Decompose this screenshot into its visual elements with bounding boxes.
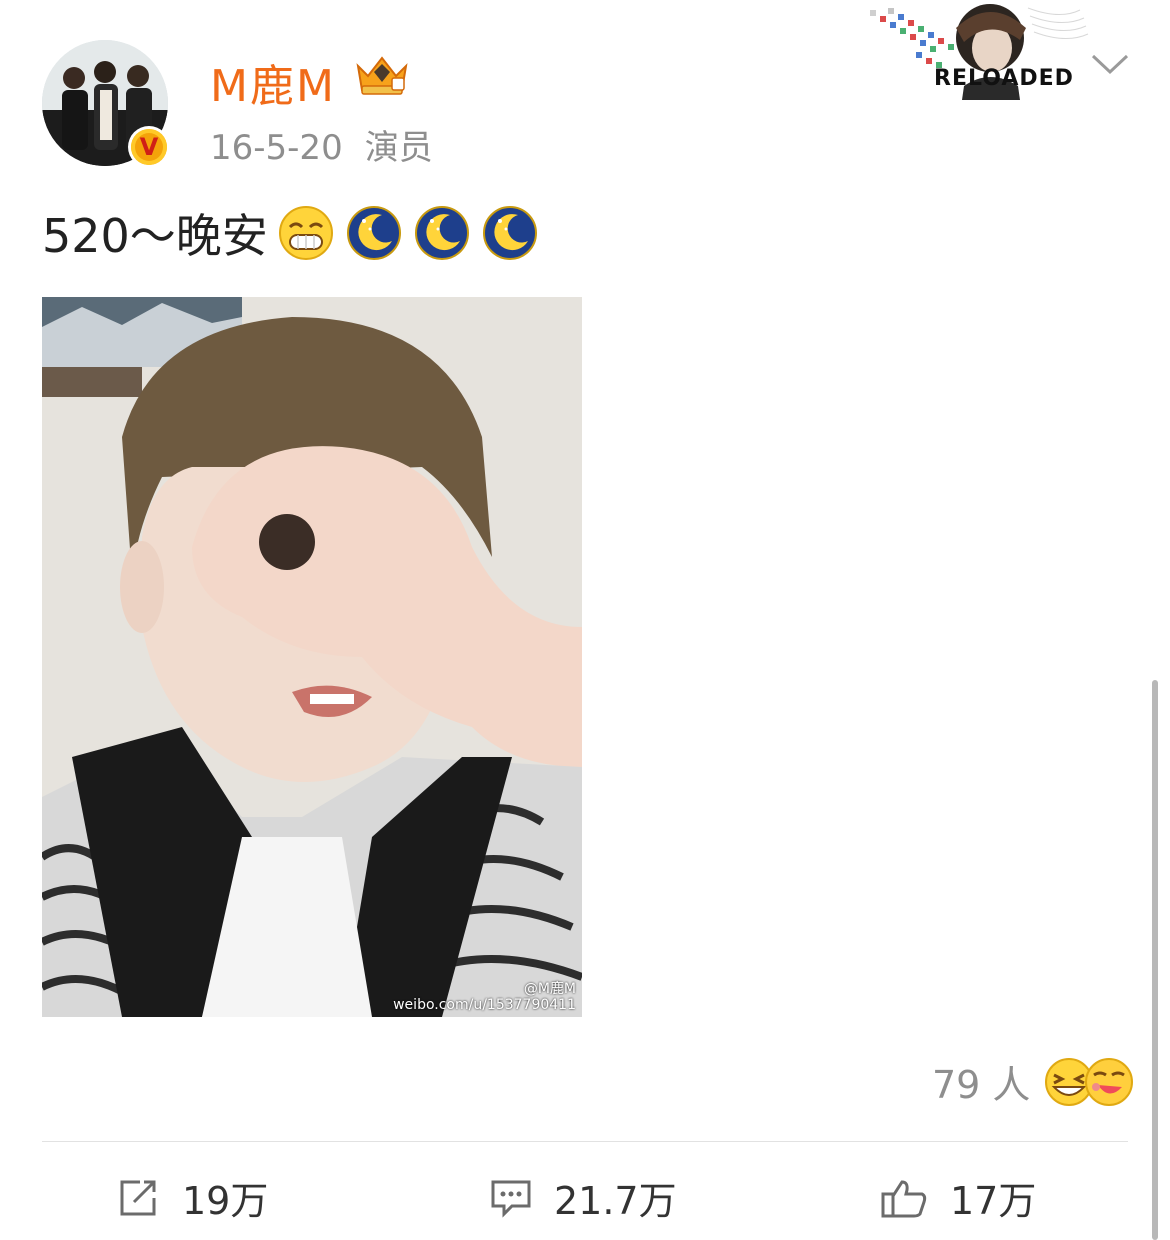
image-watermark: @M鹿M weibo.com/u/1537790411 <box>393 981 576 1013</box>
comment-count: 21.7万 <box>554 1179 677 1223</box>
like-button[interactable]: 17万 <box>880 1170 1036 1225</box>
moon-icon <box>414 206 469 260</box>
verified-badge-icon: V <box>128 126 170 168</box>
header-card-decoration: RELOADED <box>860 0 1090 100</box>
like-count: 17万 <box>950 1179 1037 1223</box>
comment-button[interactable]: 21.7万 <box>490 1170 677 1225</box>
scrollbar[interactable] <box>1152 680 1158 1240</box>
post-meta: 16-5-20 演员 <box>210 120 433 169</box>
post-text-content: 520～晚安 <box>42 209 268 263</box>
username[interactable]: M鹿M <box>210 50 336 114</box>
repost-button[interactable]: 19万 <box>118 1170 268 1225</box>
action-divider <box>42 1141 1128 1142</box>
comment-icon <box>491 1180 531 1218</box>
repost-icon <box>120 1180 156 1215</box>
reaction-faces <box>1044 1057 1136 1107</box>
chevron-down-icon[interactable] <box>1090 52 1130 78</box>
post-image[interactable]: @M鹿M weibo.com/u/1537790411 <box>42 297 582 1017</box>
kissing-face-icon <box>1085 1057 1134 1106</box>
header-card-label: RELOADED <box>934 66 1074 91</box>
post-emoji-row <box>278 205 550 261</box>
post-header: V M鹿M 16-5-20 演员 RELOADED <box>0 0 1170 180</box>
reaction-summary[interactable]: 79 人 <box>932 1054 1136 1109</box>
moon-icon <box>346 206 401 260</box>
post-date: 16-5-20 <box>210 128 343 168</box>
moon-icon <box>482 206 537 260</box>
vip-crown-icon <box>356 56 408 95</box>
reaction-count: 79 人 <box>932 1063 1031 1107</box>
thumbs-up-icon <box>881 1179 927 1217</box>
repost-count: 19万 <box>182 1179 269 1223</box>
post-source[interactable]: 演员 <box>365 128 433 168</box>
grinning-face-icon <box>278 206 333 260</box>
post-text: 520～晚安 <box>42 200 550 266</box>
